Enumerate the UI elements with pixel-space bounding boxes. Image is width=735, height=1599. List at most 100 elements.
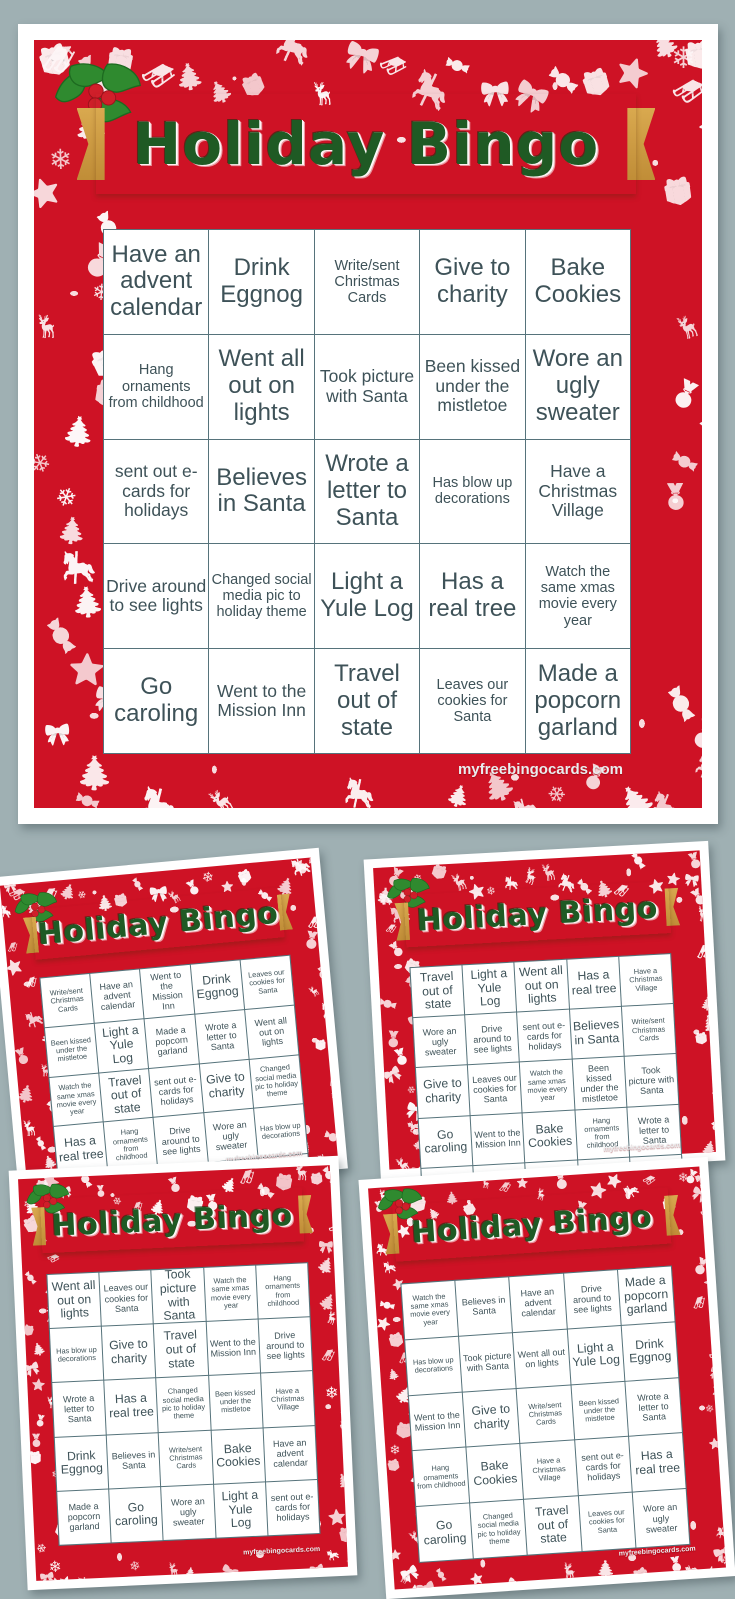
bingo-cell[interactable]: Has a real tree <box>104 1379 158 1434</box>
bingo-cell[interactable]: Hang ornaments from childhood <box>104 335 208 439</box>
bingo-cell[interactable]: Travel out of state <box>99 1069 152 1122</box>
bingo-cell[interactable]: Wore an ugly sweater <box>633 1489 690 1547</box>
bingo-cell[interactable]: Write/sent Christmas Cards <box>622 1004 676 1056</box>
bingo-cell[interactable]: Hang ornaments from childhood <box>413 1448 470 1506</box>
bingo-cell[interactable]: Light a Yule Log <box>463 963 517 1015</box>
bingo-cell[interactable]: Drink Eggnog <box>621 1322 678 1380</box>
bingo-cell[interactable]: Bake Cookies <box>523 1110 577 1162</box>
bingo-cell[interactable]: Has a real tree <box>629 1434 686 1492</box>
bingo-cell[interactable]: Took picture with Santa <box>624 1054 678 1106</box>
bingo-cell[interactable]: Believes in Santa <box>570 1007 624 1059</box>
bingo-cell[interactable]: Took picture with Santa <box>152 1268 206 1323</box>
bingo-cell[interactable]: Has blow up decorations <box>420 440 524 544</box>
bingo-cell[interactable]: Bake Cookies <box>211 1428 265 1483</box>
bingo-cell[interactable]: Made a popcorn garland <box>618 1267 675 1325</box>
bingo-cell[interactable]: Bake Cookies <box>467 1444 524 1502</box>
mini-bingo-card-bottom-left[interactable]: ❄🎀⭐⭐🎀🎠🍬🛷🏅⭐❄❄🛷🎄🎄🦌🏅🎄🎁⭐🏅🎀🎄❄🛷🎀🍬🛷🎁❄🦌🎀🎁🎠⭐❄🍬🎠🎁🍬… <box>9 1156 358 1591</box>
bingo-cell[interactable]: sent out e-cards for holidays <box>517 1010 571 1062</box>
bingo-cell[interactable]: Light a Yule Log <box>315 544 419 648</box>
bingo-cell[interactable]: Changed social media pic to holiday them… <box>209 544 313 648</box>
bingo-cell[interactable]: sent out e-cards for holidays <box>149 1064 202 1117</box>
bingo-cell[interactable]: Been kissed under the mistletoe <box>209 1374 263 1429</box>
bingo-cell[interactable]: Leaves our cookies for Santa <box>468 1063 522 1115</box>
bingo-cell[interactable]: Been kissed under the mistletoe <box>420 335 524 439</box>
bingo-cell[interactable]: Have an advent calendar <box>510 1274 567 1332</box>
main-bingo-card[interactable]: 🎁❄🍬❄🎁🎀🛷🎠🎄🎄🎄🦌🎁🎠🎠🦌🦌🎄🎀🎠🛷🛷🎠🏅🍬🎄🎀🎄🎀🎠🍬❄🎁🏅⭐🎄🎄🎠🎁🛷… <box>18 24 718 824</box>
bingo-cell[interactable]: sent out e-cards for holidays <box>575 1437 632 1495</box>
mini-bingo-card-top-right[interactable]: 🎀🛷🍬🎀❄🛷🎁❄🦌🎀⭐🍬❄🎁🎠❄🦌❄🦌🎀🎠🦌🍬🎁🎄❄🛷🎀🍬🍬⭐🎄⭐🦌🎀🍬🎀🎠🏅🏅… <box>364 841 726 1179</box>
bingo-cell[interactable]: Made a popcorn garland <box>526 649 630 753</box>
bingo-cell[interactable]: Took picture with Santa <box>315 335 419 439</box>
bingo-cell[interactable]: Made a popcorn garland <box>57 1489 111 1544</box>
bingo-cell[interactable]: Drive around to see lights <box>154 1114 207 1167</box>
bingo-cell[interactable]: Watch the same xmas movie every year <box>204 1266 258 1321</box>
bingo-cell[interactable]: Light a Yule Log <box>567 1326 624 1384</box>
bingo-cell[interactable]: Changed social media pic to holiday them… <box>249 1055 302 1108</box>
bingo-cell[interactable]: Leaves our cookies for Santa <box>579 1493 636 1551</box>
bingo-cell[interactable]: Changed social media pic to holiday them… <box>157 1376 211 1431</box>
bingo-cell[interactable]: Leaves our cookies for Santa <box>240 956 293 1009</box>
bingo-cell[interactable]: Went to the Mission Inn <box>206 1320 260 1375</box>
bingo-cell[interactable]: Have a Christmas Village <box>261 1372 315 1427</box>
bingo-cell[interactable]: Watch the same xmas movie every year <box>49 1073 102 1126</box>
bingo-cell[interactable]: Has blow up decorations <box>50 1327 104 1382</box>
bingo-cell[interactable]: Went all out on lights <box>513 1329 570 1387</box>
bingo-cell[interactable]: Write/sent Christmas Cards <box>517 1385 574 1443</box>
bingo-cell[interactable]: sent out e-cards for holidays <box>266 1480 320 1535</box>
bingo-cell[interactable]: Went all out on lights <box>245 1005 298 1058</box>
bingo-cell[interactable]: Give to charity <box>199 1060 252 1113</box>
bingo-cell[interactable]: Been kissed under the mistletoe <box>572 1057 626 1109</box>
bingo-cell[interactable]: Wrote a letter to Santa <box>52 1381 106 1436</box>
bingo-cell[interactable]: Went to the Mission Inn <box>140 965 193 1018</box>
bingo-cell[interactable]: Have an advent calendar <box>90 969 143 1022</box>
bingo-cell[interactable]: Watch the same xmas movie every year <box>401 1281 458 1339</box>
bingo-cell[interactable]: Took picture with Santa <box>459 1333 516 1391</box>
bingo-cell[interactable]: Drive around to see lights <box>564 1270 621 1328</box>
bingo-cell[interactable]: Give to charity <box>102 1324 156 1379</box>
bingo-cell[interactable]: Wore an ugly sweater <box>413 1016 467 1068</box>
bingo-cell[interactable]: Went all out on lights <box>209 335 313 439</box>
bingo-cell[interactable]: Drive around to see lights <box>465 1013 519 1065</box>
footer-url[interactable]: myfreebingocards.com <box>458 761 623 778</box>
bingo-cell[interactable]: Wrote a letter to Santa <box>315 440 419 544</box>
bingo-cell[interactable]: Hang ornaments from childhood <box>256 1263 310 1318</box>
bingo-cell[interactable]: Travel out of state <box>315 649 419 753</box>
bingo-cell[interactable]: Wore an ugly sweater <box>526 335 630 439</box>
bingo-cell[interactable]: Travel out of state <box>524 1496 581 1554</box>
bingo-cell[interactable]: Has a real tree <box>420 544 524 648</box>
bingo-cell[interactable]: Light a Yule Log <box>95 1019 148 1072</box>
bingo-cell[interactable]: Go caroling <box>109 1487 163 1542</box>
bingo-cell[interactable]: Have an advent calendar <box>104 230 208 334</box>
mini-bingo-card-top-left[interactable]: 🎀🎁🎄❄🛷🏅🎄🎀❄🎀🎄🛷🎁🎁🍬🍬🎀⭐🦌🎠🏅🎀❄⭐⭐🦌🎁🍬🍬🏅🎄🎄🎠🎠🍬🎠🏅🎀🛷🏅… <box>0 848 348 1199</box>
bingo-cell[interactable]: Drive around to see lights <box>258 1317 312 1372</box>
bingo-cell[interactable]: Have an advent calendar <box>263 1426 317 1481</box>
bingo-cell[interactable]: Leaves our cookies for Santa <box>100 1270 154 1325</box>
bingo-cell[interactable]: Wrote a letter to Santa <box>195 1010 248 1063</box>
bingo-cell[interactable]: Wore an ugly sweater <box>162 1485 216 1540</box>
bingo-cell[interactable]: Give to charity <box>416 1066 470 1118</box>
bingo-cell[interactable]: Leaves our cookies for Santa <box>420 649 524 753</box>
bingo-cell[interactable]: Made a popcorn garland <box>145 1015 198 1068</box>
bingo-cell[interactable]: Write/sent Christmas Cards <box>159 1430 213 1485</box>
bingo-cell[interactable]: Been kissed under the mistletoe <box>45 1024 98 1077</box>
bingo-cell[interactable]: Drink Eggnog <box>190 960 243 1013</box>
bingo-cell[interactable]: Has blow up decorations <box>405 1337 462 1395</box>
bingo-cell[interactable]: Write/sent Christmas Cards <box>40 974 93 1027</box>
bingo-cell[interactable]: Went to the Mission Inn <box>471 1113 525 1165</box>
bingo-cell[interactable]: Went all out on lights <box>515 960 569 1012</box>
bingo-cell[interactable]: Give to charity <box>463 1389 520 1447</box>
bingo-cell[interactable]: Changed social media pic to holiday them… <box>470 1500 527 1558</box>
bingo-cell[interactable]: Go caroling <box>104 649 208 753</box>
bingo-cell[interactable]: Watch the same xmas movie every year <box>520 1060 574 1112</box>
bingo-cell[interactable]: Watch the same xmas movie every year <box>526 544 630 648</box>
bingo-cell[interactable]: Drink Eggnog <box>209 230 313 334</box>
bingo-cell[interactable]: Has a real tree <box>567 957 621 1009</box>
bingo-cell[interactable]: Went all out on lights <box>47 1273 101 1328</box>
bingo-cell[interactable]: Have a Christmas Village <box>521 1441 578 1499</box>
bingo-cell[interactable]: sent out e-cards for holidays <box>104 440 208 544</box>
bingo-cell[interactable]: Travel out of state <box>154 1322 208 1377</box>
bingo-cell[interactable]: Give to charity <box>420 230 524 334</box>
bingo-cell[interactable]: Light a Yule Log <box>214 1482 268 1537</box>
bingo-cell[interactable]: Wrote a letter to Santa <box>625 1378 682 1436</box>
bingo-cell[interactable]: Bake Cookies <box>526 230 630 334</box>
